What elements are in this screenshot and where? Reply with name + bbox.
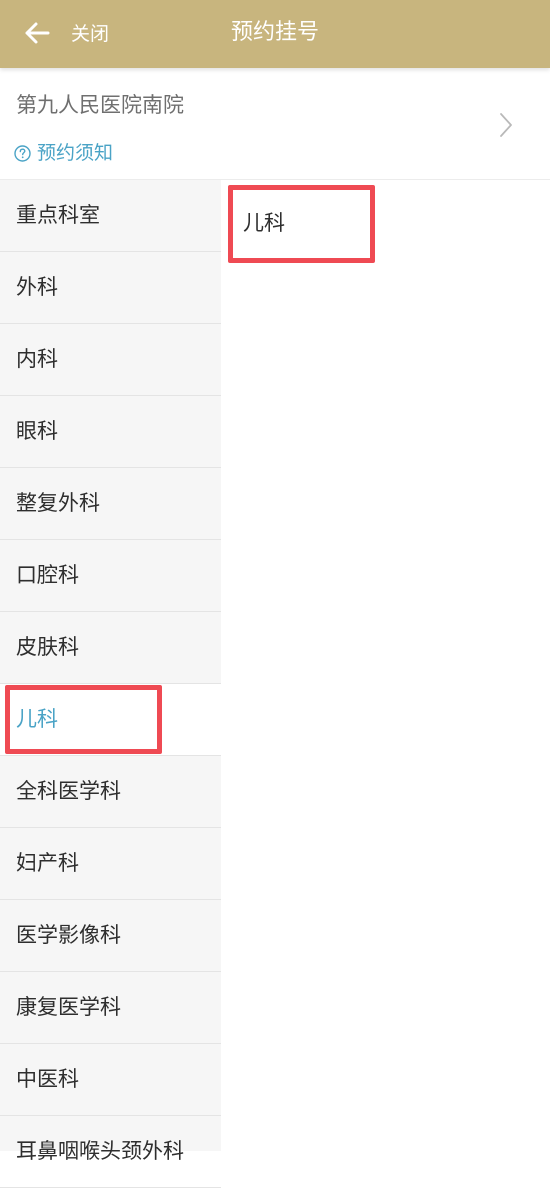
- sidebar-item-label: 妇产科: [16, 851, 79, 875]
- sidebar-item-label: 外科: [16, 275, 58, 299]
- sidebar-item-label: 口腔科: [16, 563, 79, 587]
- sidebar-item-ophthalmology[interactable]: 眼科: [0, 396, 221, 468]
- sidebar-item-key-departments[interactable]: 重点科室: [0, 180, 221, 252]
- sidebar-item-obstetrics-gynecology[interactable]: 妇产科: [0, 828, 221, 900]
- sidebar-item-label: 重点科室: [16, 203, 100, 227]
- notice-label: 预约须知: [37, 142, 114, 164]
- sidebar-item-label: 中医科: [16, 1067, 79, 1091]
- highlight-box-sub-department: [228, 185, 375, 263]
- sidebar-item-tcm[interactable]: 中医科: [0, 1044, 221, 1116]
- sidebar-item-rehabilitation[interactable]: 康复医学科: [0, 972, 221, 1044]
- sidebar-item-label: 全科医学科: [16, 779, 121, 803]
- appointment-notice-link[interactable]: 预约须知: [14, 140, 113, 166]
- highlight-box-sidebar: [5, 685, 162, 754]
- page-title: 预约挂号: [230, 20, 319, 45]
- sidebar-item-ent-head-neck[interactable]: 耳鼻咽喉头颈外科: [0, 1116, 221, 1188]
- sidebar-item-label: 内科: [16, 347, 58, 371]
- sidebar-item-general-practice[interactable]: 全科医学科: [0, 756, 221, 828]
- sidebar-item-medical-imaging[interactable]: 医学影像科: [0, 900, 221, 972]
- sidebar-item-label: 整复外科: [16, 491, 100, 515]
- sidebar-item-label: 康复医学科: [16, 995, 121, 1019]
- sidebar-item-stomatology[interactable]: 口腔科: [0, 540, 221, 612]
- question-circle-icon: [14, 144, 31, 162]
- sidebar-item-dermatology[interactable]: 皮肤科: [0, 612, 221, 684]
- hospital-selector[interactable]: 第九人民医院南院 预约须知: [0, 68, 550, 180]
- app-header: 关闭 预约挂号: [0, 0, 550, 68]
- hospital-name: 第九人民医院南院: [16, 93, 184, 117]
- sidebar-item-label: 眼科: [16, 419, 58, 443]
- sidebar-item-label: 皮肤科: [16, 635, 79, 659]
- chevron-right-icon: [500, 113, 512, 137]
- sidebar-item-surgery[interactable]: 外科: [0, 252, 221, 324]
- sub-department-list: 儿科: [221, 180, 550, 1151]
- sidebar-item-plastic-surgery[interactable]: 整复外科: [0, 468, 221, 540]
- sidebar-item-label: 医学影像科: [16, 923, 121, 947]
- sidebar-item-internal-medicine[interactable]: 内科: [0, 324, 221, 396]
- sidebar-item-label: 耳鼻咽喉头颈外科: [16, 1139, 184, 1163]
- department-sidebar: 重点科室 外科 内科 眼科 整复外科 口腔科 皮肤科 儿科 全科医学科 妇产科 …: [0, 180, 221, 1188]
